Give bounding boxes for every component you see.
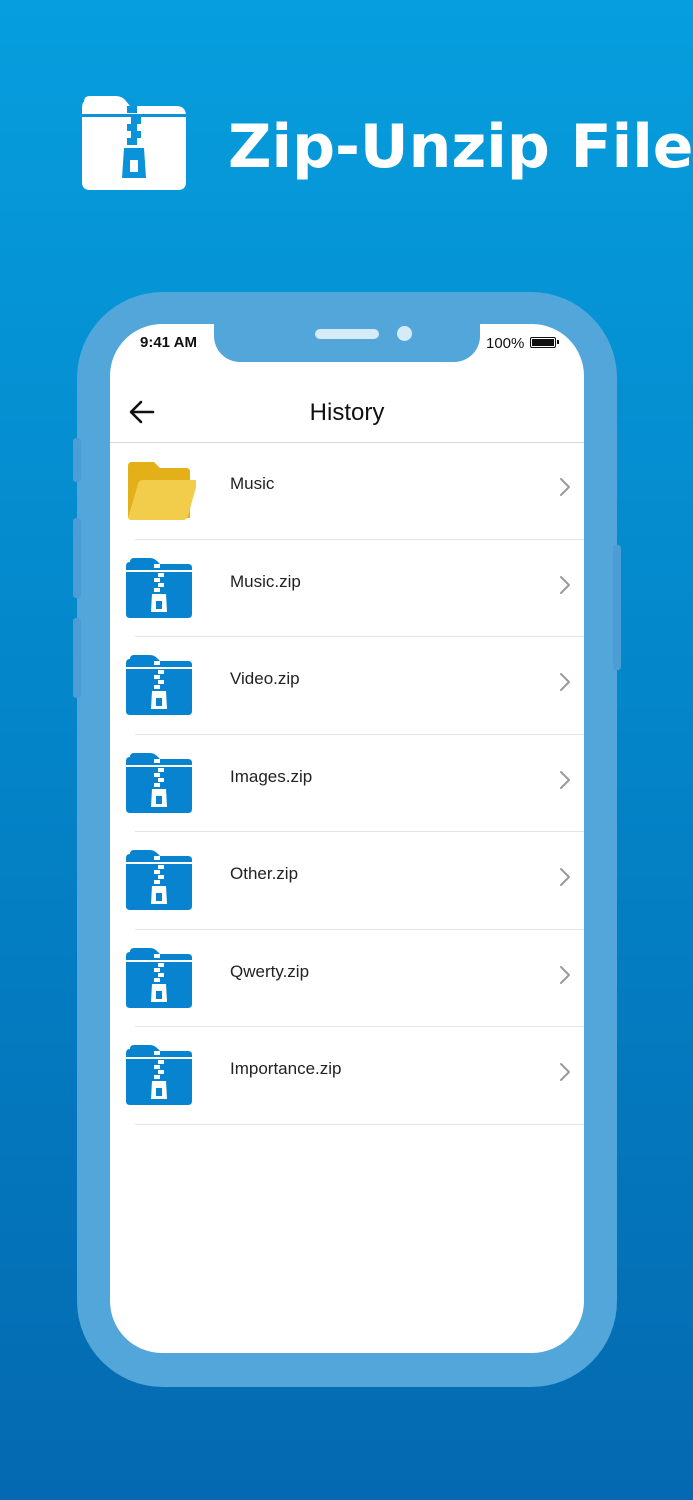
phone-side-button: [613, 545, 621, 670]
list-item-label: Images.zip: [230, 766, 313, 786]
chevron-right-icon: [560, 1063, 570, 1081]
phone-side-button: [73, 518, 81, 598]
banner-title: Zip-Unzip File: [228, 112, 693, 182]
battery-icon: [530, 337, 559, 348]
zip-folder-icon: [124, 946, 196, 1012]
chevron-right-icon: [560, 478, 570, 496]
chevron-right-icon: [560, 770, 570, 789]
chevron-right-icon: [560, 965, 570, 984]
list-item-label: Music.zip: [230, 571, 301, 591]
list-item-label: Video.zip: [230, 669, 300, 688]
list-item-zip[interactable]: Music.zip: [110, 540, 584, 637]
app-logo-icon: [80, 96, 188, 192]
zip-folder-icon: [124, 848, 196, 914]
list-item-zip[interactable]: Importance.zip: [110, 1027, 584, 1125]
list-item-zip[interactable]: Other.zip: [110, 832, 584, 930]
battery-percentage: 100%: [486, 335, 525, 352]
page-title: History: [309, 399, 385, 426]
list-item-label: Other.zip: [230, 864, 299, 883]
zip-folder-icon: [124, 751, 196, 817]
list-item-zip[interactable]: Qwerty.zip: [110, 930, 584, 1027]
list-item-label: Music: [230, 474, 275, 493]
front-camera: [397, 326, 412, 341]
chevron-right-icon: [560, 575, 570, 594]
chevron-right-icon: [560, 868, 570, 886]
status-time: 9:41 AM: [140, 334, 197, 351]
phone-notch: [214, 324, 480, 362]
list-item-zip[interactable]: Video.zip: [110, 637, 584, 735]
list-item-zip[interactable]: Images.zip: [110, 735, 584, 832]
phone-side-button: [73, 618, 81, 698]
list-item-folder[interactable]: Music: [110, 442, 584, 540]
folder-icon: [124, 458, 198, 524]
zip-folder-icon: [124, 556, 196, 622]
zip-folder-icon: [124, 653, 196, 719]
chevron-right-icon: [560, 673, 570, 691]
history-list: Music Music.zip Video.zip Images.zip Oth…: [110, 442, 584, 1125]
phone-screen: 9:41 AM 100% History Music Music.zip Vid…: [110, 324, 584, 1353]
zip-folder-icon: [124, 1043, 196, 1109]
phone-side-button: [73, 438, 81, 482]
speaker-grille: [315, 329, 379, 339]
app-bar: History: [110, 382, 584, 443]
list-item-label: Importance.zip: [230, 1059, 342, 1078]
list-item-label: Qwerty.zip: [230, 961, 310, 981]
